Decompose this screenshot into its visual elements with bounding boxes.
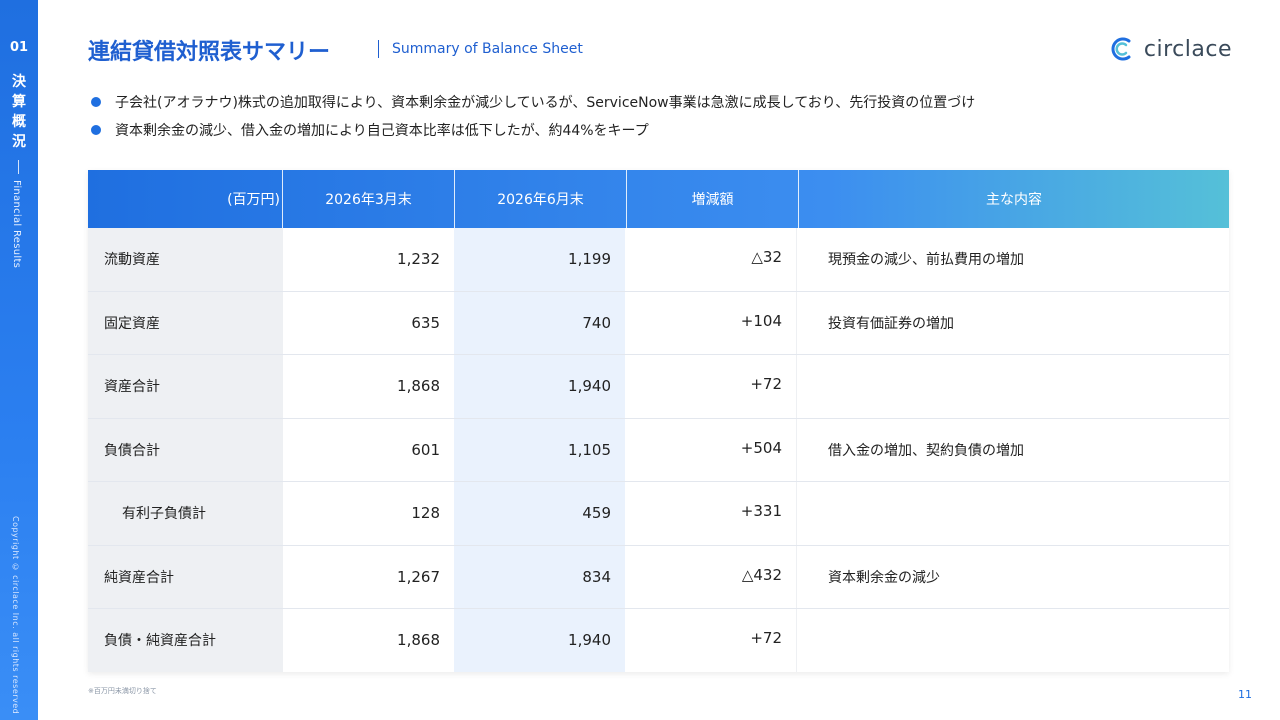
section-title-char: 算 bbox=[12, 94, 26, 110]
header-notes: 主な内容 bbox=[986, 192, 1042, 208]
row-note: 資本剰余金の減少 bbox=[796, 545, 1229, 608]
section-title-char: 況 bbox=[12, 134, 26, 150]
value-jun: 1,940 bbox=[454, 609, 625, 672]
row-label: 負債合計 bbox=[88, 418, 283, 481]
bullet-item: 子会社(アオラナウ)株式の追加取得により、資本剰余金が減少しているが、Servi… bbox=[88, 88, 1228, 116]
bullet-item: 資本剰余金の減少、借入金の増加により自己資本比率は低下したが、約44%をキープ bbox=[88, 116, 1228, 144]
section-title: 決 算 概 況 bbox=[0, 72, 38, 152]
value-change: △32 bbox=[625, 228, 796, 291]
section-title-char: 概 bbox=[12, 114, 26, 130]
table-row: 有利子負債計 128 459 +331 bbox=[88, 482, 1229, 546]
row-note bbox=[796, 355, 1229, 418]
value-jun: 1,940 bbox=[454, 355, 625, 418]
footnote: ※百万円未満切り捨て bbox=[88, 687, 157, 695]
page-subtitle: Summary of Balance Sheet bbox=[392, 41, 583, 57]
table-row: 負債合計 601 1,105 +504 借入金の増加、契約負債の増加 bbox=[88, 418, 1229, 482]
title-divider bbox=[378, 40, 379, 58]
bullet-text: 子会社(アオラナウ)株式の追加取得により、資本剰余金が減少しているが、Servi… bbox=[115, 95, 976, 111]
row-label: 流動資産 bbox=[88, 228, 283, 291]
value-jun: 1,105 bbox=[454, 418, 625, 481]
header-mar: 2026年3月末 bbox=[283, 170, 455, 228]
row-note: 現預金の減少、前払費用の増加 bbox=[796, 228, 1229, 291]
row-label: 有利子負債計 bbox=[88, 482, 283, 545]
value-mar: 1,267 bbox=[283, 545, 454, 608]
table-row: 固定資産 635 740 +104 投資有価証券の増加 bbox=[88, 291, 1229, 355]
section-number: 01 bbox=[9, 40, 29, 55]
header-jun: 2026年6月末 bbox=[455, 170, 627, 228]
row-note bbox=[796, 609, 1229, 672]
bullet-dot-icon bbox=[91, 97, 101, 107]
value-mar: 635 bbox=[283, 291, 454, 354]
value-mar: 128 bbox=[283, 482, 454, 545]
value-jun: 834 bbox=[454, 545, 625, 608]
value-change: △432 bbox=[625, 545, 796, 608]
value-change: +331 bbox=[625, 482, 796, 545]
value-change: +104 bbox=[625, 291, 796, 354]
section-subtitle: Financial Results bbox=[11, 180, 22, 269]
logo-mark-icon bbox=[1111, 37, 1131, 61]
page-number: 11 bbox=[1238, 688, 1252, 701]
value-change: +72 bbox=[625, 355, 796, 418]
sidebar-band: 01 決 算 概 況 Financial Results Copyright ©… bbox=[0, 0, 38, 720]
balance-sheet-table: (百万円) 2026年3月末 2026年6月末 増減額 主な内容 流動資産 1,… bbox=[88, 170, 1229, 672]
table-row: 流動資産 1,232 1,199 △32 現預金の減少、前払費用の増加 bbox=[88, 228, 1229, 292]
logo-text: circlace bbox=[1143, 36, 1232, 62]
row-note: 投資有価証券の増加 bbox=[796, 291, 1229, 354]
row-note bbox=[796, 482, 1229, 545]
value-change: +504 bbox=[625, 418, 796, 481]
company-logo: circlace bbox=[1108, 34, 1232, 64]
table-row: 純資産合計 1,267 834 △432 資本剰余金の減少 bbox=[88, 545, 1229, 609]
header-unit: (百万円) bbox=[88, 170, 283, 228]
value-mar: 1,868 bbox=[283, 609, 454, 672]
value-mar: 1,232 bbox=[283, 228, 454, 291]
summary-bullets: 子会社(アオラナウ)株式の追加取得により、資本剰余金が減少しているが、Servi… bbox=[88, 88, 1228, 144]
row-label: 資産合計 bbox=[88, 355, 283, 418]
page-title: 連結貸借対照表サマリー bbox=[88, 40, 331, 65]
value-mar: 601 bbox=[283, 418, 454, 481]
header-change: 増減額 bbox=[627, 170, 799, 228]
row-label: 固定資産 bbox=[88, 291, 283, 354]
section-title-char: 決 bbox=[12, 74, 26, 90]
value-jun: 1,199 bbox=[454, 228, 625, 291]
value-jun: 459 bbox=[454, 482, 625, 545]
table-row: 資産合計 1,868 1,940 +72 bbox=[88, 355, 1229, 419]
table-header: (百万円) 2026年3月末 2026年6月末 増減額 主な内容 bbox=[88, 170, 1229, 228]
value-mar: 1,868 bbox=[283, 355, 454, 418]
table-row: 負債・純資産合計 1,868 1,940 +72 bbox=[88, 609, 1229, 672]
section-divider bbox=[18, 160, 19, 174]
bullet-text: 資本剰余金の減少、借入金の増加により自己資本比率は低下したが、約44%をキープ bbox=[115, 123, 649, 139]
row-label: 負債・純資産合計 bbox=[88, 609, 283, 672]
row-label: 純資産合計 bbox=[88, 545, 283, 608]
value-jun: 740 bbox=[454, 291, 625, 354]
row-note: 借入金の増加、契約負債の増加 bbox=[796, 418, 1229, 481]
bullet-dot-icon bbox=[91, 125, 101, 135]
copyright: Copyright © circlace Inc. all rights res… bbox=[11, 516, 20, 715]
value-change: +72 bbox=[625, 609, 796, 672]
